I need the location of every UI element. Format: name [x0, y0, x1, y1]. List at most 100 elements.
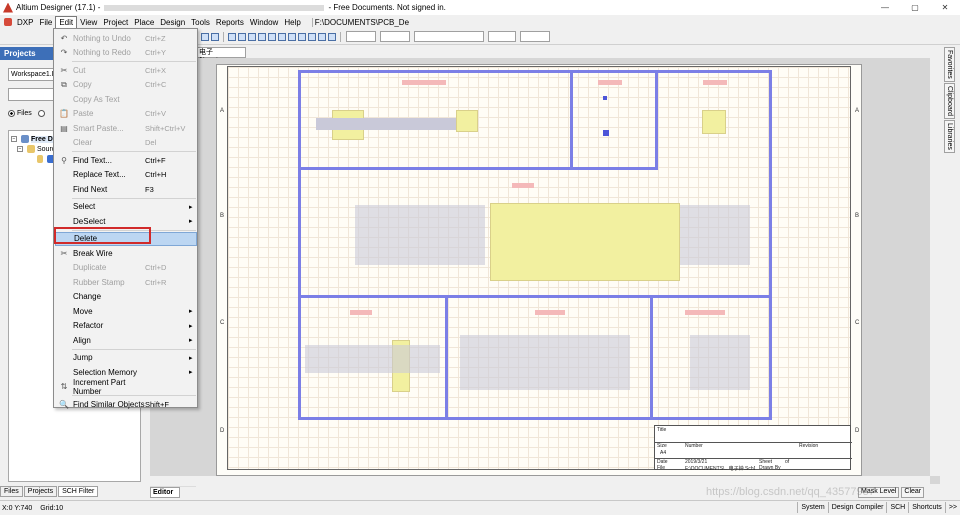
side-tab-clipboard[interactable]: Clipboard — [944, 82, 955, 119]
port-tool-icon[interactable] — [308, 32, 316, 41]
status-button--[interactable]: >> — [944, 502, 960, 513]
text-tool-icon[interactable] — [328, 32, 336, 41]
edit-menu-item-deselect[interactable]: DeSelect ▸ — [55, 214, 197, 228]
blurred-label — [685, 310, 725, 315]
minimize-button[interactable]: — — [870, 0, 900, 15]
menu-item-label: Find Text... — [73, 155, 112, 165]
blurred-wiring — [316, 118, 456, 130]
edit-menu-item-clear[interactable]: Clear Del — [55, 136, 197, 150]
zone-label-right-c: C — [855, 320, 860, 326]
edit-menu-item-rubber-stamp[interactable]: Rubber Stamp Ctrl+R — [55, 275, 197, 289]
maximize-button[interactable]: ▢ — [900, 0, 930, 15]
close-button[interactable]: ✕ — [930, 0, 960, 15]
edit-menu-item-break-wire[interactable]: ✂ Break Wire — [55, 246, 197, 260]
edit-menu-item-nothing-to-redo[interactable]: ↷ Nothing to Redo Ctrl+Y — [55, 46, 197, 60]
menu-item-shortcut: Ctrl+H — [145, 170, 167, 179]
tree-row-source[interactable]: − Sourc — [17, 145, 55, 153]
annotation-highlight-box — [54, 227, 151, 244]
part-tool-icon[interactable] — [278, 32, 286, 41]
edit-menu-item-replace-text[interactable]: Replace Text... Ctrl+H — [55, 168, 197, 182]
edit-menu-item-find-similar-objects[interactable]: 🔍 Find Similar Objects Shift+F — [55, 397, 197, 411]
edit-menu-item-change[interactable]: Change — [55, 290, 197, 304]
blurred-junction — [603, 130, 609, 136]
clear-button[interactable]: Clear — [901, 487, 925, 498]
bus-tool-icon[interactable] — [238, 32, 246, 41]
horizontal-scrollbar[interactable] — [150, 476, 930, 486]
status-button-system[interactable]: System — [797, 502, 827, 513]
menu-item-shortcut: Ctrl+X — [145, 65, 167, 75]
panel-tab-files[interactable]: Files — [0, 486, 23, 497]
edit-menu-item-cut[interactable]: ✂ Cut Ctrl+X — [55, 63, 197, 77]
status-button-design-compiler[interactable]: Design Compiler — [827, 502, 887, 513]
structure-radio[interactable] — [37, 110, 45, 117]
menu-place[interactable]: Place — [131, 16, 157, 29]
window-title-suffix: - Free Documents. Not signed in. — [328, 3, 446, 12]
vcc-port-icon[interactable] — [268, 32, 276, 41]
toolbar-combo-5[interactable] — [520, 31, 550, 42]
status-button-shortcuts[interactable]: Shortcuts — [908, 502, 945, 513]
side-tab-favorites[interactable]: Favorites — [944, 47, 955, 82]
menu-file[interactable]: File — [36, 16, 55, 29]
workspace-dropdown[interactable]: Workspace1.D — [8, 68, 58, 81]
sheet-entry-icon[interactable] — [298, 32, 306, 41]
project-dropdown[interactable] — [8, 88, 58, 101]
wire-tool-icon[interactable] — [228, 32, 236, 41]
edit-menu-item-copy[interactable]: ⧉ Copy Ctrl+C — [55, 78, 197, 92]
menu-icon-slot — [55, 290, 73, 304]
edit-menu-item-select[interactable]: Select ▸ — [55, 200, 197, 214]
expand-icon[interactable]: − — [17, 146, 23, 152]
gnd-port-icon[interactable] — [258, 32, 266, 41]
menu-help[interactable]: Help — [281, 16, 303, 29]
menu-item-label: Selection Memory — [73, 367, 138, 377]
edit-menu-item-find-text[interactable]: ⚲ Find Text... Ctrl+F — [55, 153, 197, 167]
no-erc-icon[interactable] — [318, 32, 326, 41]
panel-tab-sch-filter[interactable]: SCH Filter — [58, 486, 99, 497]
document-tab[interactable]: 电子钟.SchDoc — [196, 47, 246, 65]
toolbar-combo-4[interactable] — [488, 31, 516, 42]
menu-project[interactable]: Project — [100, 16, 131, 29]
redo-toolbar-icon[interactable] — [211, 32, 219, 41]
edit-menu-item-move[interactable]: Move ▸ — [55, 304, 197, 318]
menu-edit[interactable]: Edit — [55, 15, 78, 29]
edit-menu-item-jump[interactable]: Jump ▸ — [55, 351, 197, 365]
sheet-symbol-icon[interactable] — [288, 32, 296, 41]
menu-item-label: Replace Text... — [73, 170, 126, 179]
edit-menu-item-smart-paste[interactable]: ▤ Smart Paste... Shift+Ctrl+V — [55, 121, 197, 135]
vertical-scrollbar[interactable] — [930, 58, 940, 476]
menu-design[interactable]: Design — [157, 16, 188, 29]
edit-menu-item-duplicate[interactable]: Duplicate Ctrl+D — [55, 261, 197, 275]
menu-view[interactable]: View — [77, 16, 100, 29]
menu-reports[interactable]: Reports — [213, 16, 247, 29]
edit-menu-item-align[interactable]: Align ▸ — [55, 333, 197, 347]
menu-window[interactable]: Window — [247, 16, 281, 29]
side-tab-libraries[interactable]: Libraries — [944, 119, 955, 153]
expand-icon[interactable]: − — [11, 136, 17, 142]
net-label-icon[interactable] — [248, 32, 256, 41]
title-block-number: Number — [685, 443, 703, 449]
menu-item-label: Select — [73, 202, 96, 211]
undo-toolbar-icon[interactable] — [201, 32, 209, 41]
edit-menu-item-increment-part-number[interactable]: ⇅ Increment Part Number — [55, 377, 197, 396]
menu-tools[interactable]: Tools — [188, 16, 213, 29]
edit-menu-item-paste[interactable]: 📋 Paste Ctrl+V — [55, 107, 197, 121]
edit-menu-item-refactor[interactable]: Refactor ▸ — [55, 319, 197, 333]
status-button-sch[interactable]: SCH — [886, 502, 908, 513]
menu-item-label: Increment Part Number — [73, 377, 126, 396]
submenu-arrow-icon: ▸ — [189, 218, 193, 225]
tree-row-project[interactable]: − Free Do — [11, 135, 58, 143]
menu-item-label: Nothing to Redo — [73, 48, 131, 57]
menu-icon-slot — [55, 168, 73, 182]
files-radio[interactable] — [8, 110, 15, 117]
editor-tab[interactable]: Editor — [150, 487, 180, 498]
menu-dxp[interactable]: DXP — [14, 16, 36, 29]
menu-icon-slot — [55, 275, 73, 289]
edit-menu-item-nothing-to-undo[interactable]: ↶ Nothing to Undo Ctrl+Z — [55, 31, 197, 45]
edit-menu-item-find-next[interactable]: Find Next F3 — [55, 182, 197, 196]
edit-menu-item-copy-as-text[interactable]: Copy As Text — [55, 92, 197, 106]
toolbar-combo-2[interactable] — [380, 31, 410, 42]
submenu-arrow-icon: ▸ — [189, 354, 193, 362]
toolbar-combo-1[interactable] — [346, 31, 376, 42]
menu-item-label: Nothing to Undo — [73, 33, 131, 43]
panel-tab-projects[interactable]: Projects — [23, 486, 58, 497]
toolbar-combo-3[interactable] — [414, 31, 484, 42]
